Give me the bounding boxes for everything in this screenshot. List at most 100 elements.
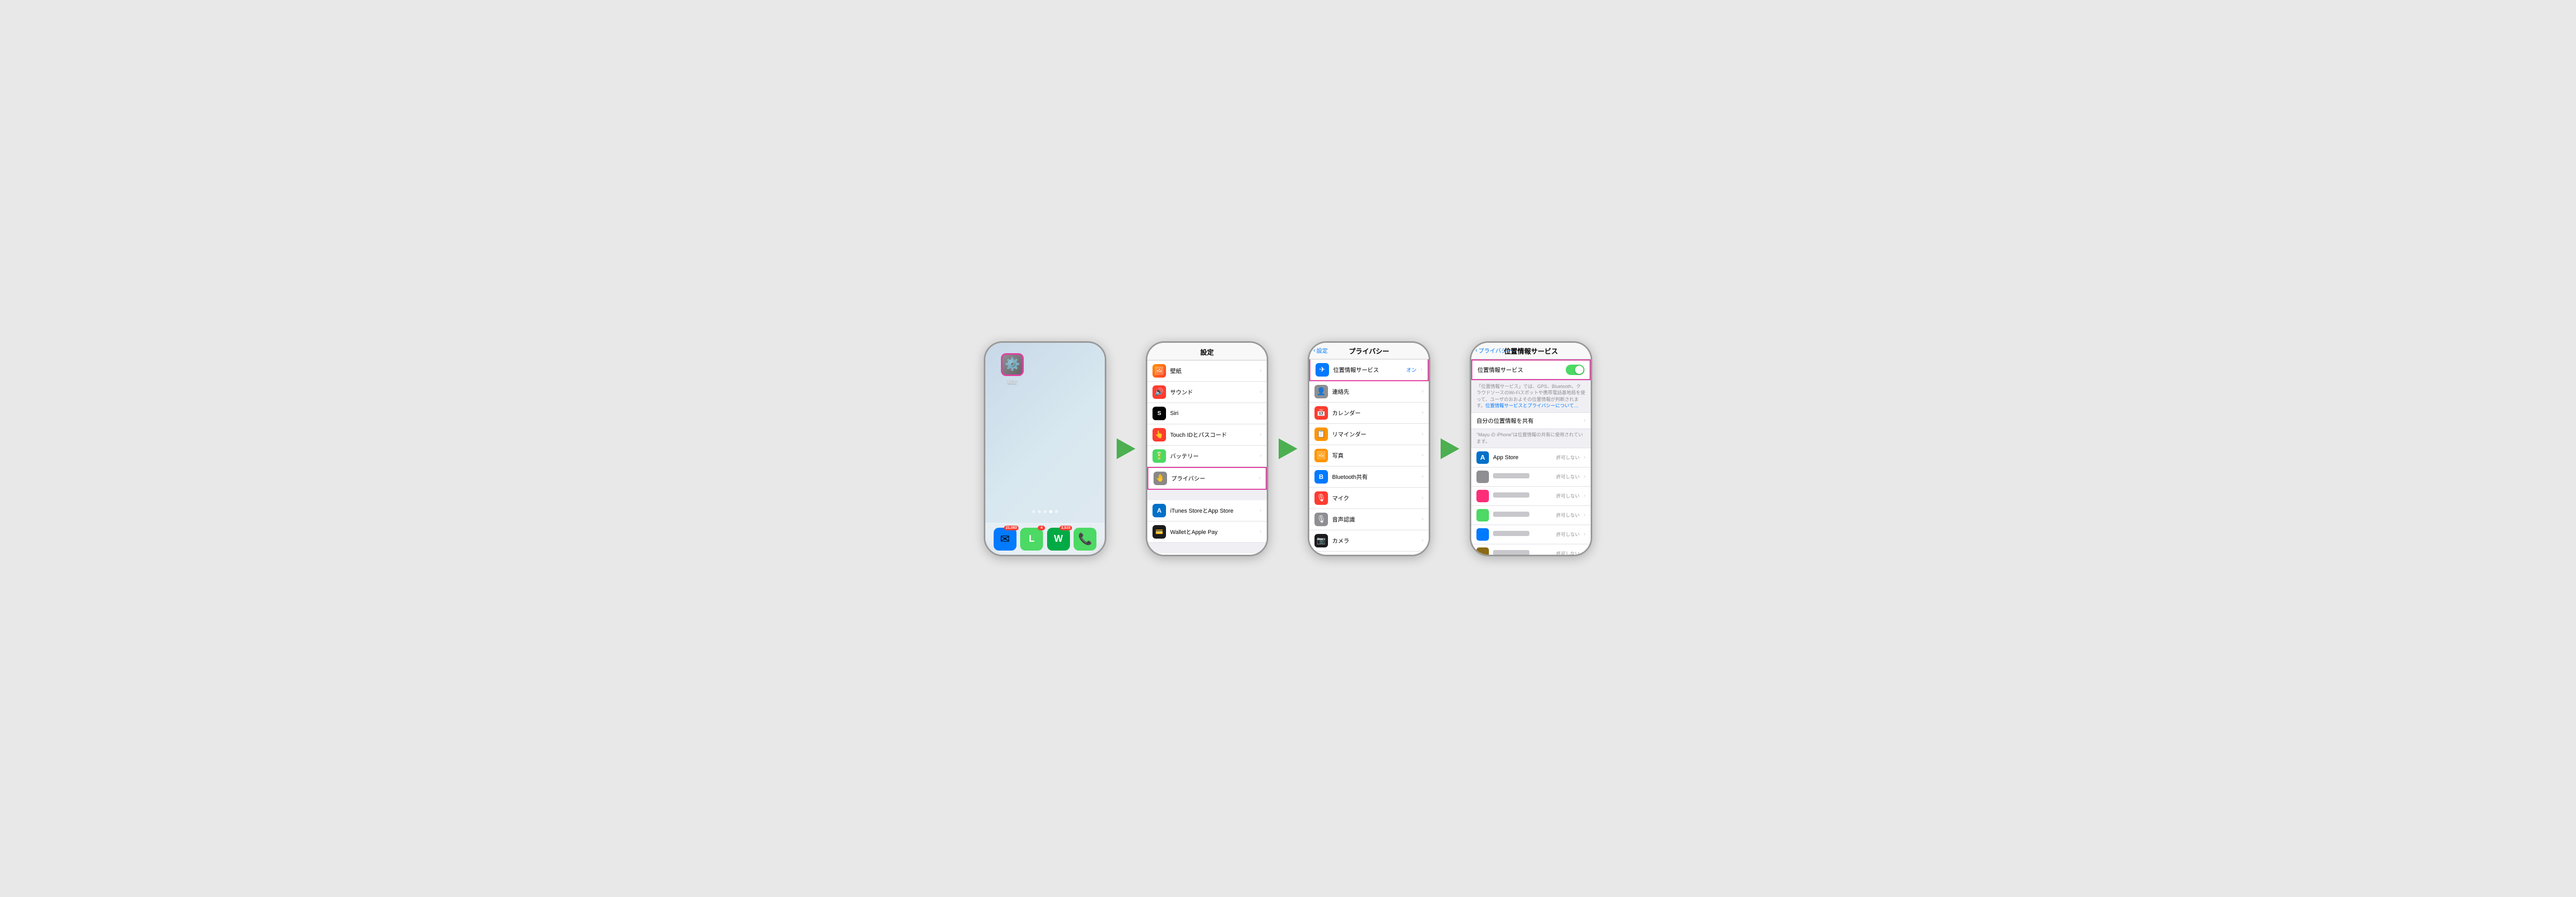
settings-battery[interactable]: 🔋 バッテリー › [1147,446,1267,467]
dock-line[interactable]: L 4 [1020,528,1043,551]
settings-touchid[interactable]: 👆 Touch IDとパスコード › [1147,424,1267,446]
privacy-back[interactable]: ‹ 設定 [1313,346,1328,355]
location-toggle-label: 位置情報サービス [1477,366,1562,374]
chevron-blur5: › [1584,551,1585,554]
location-app-blur5[interactable]: 許可しない › [1471,544,1591,555]
loc-back-chevron-icon: ‹ [1475,347,1477,354]
dock-mail[interactable]: ✉ 21,083 [994,528,1016,551]
blur2-icon [1476,490,1489,502]
chevron-blur2: › [1584,493,1585,499]
location-back[interactable]: ‹ プライバシー [1475,346,1512,355]
settings-app-icon[interactable]: ⚙️ 設定 [1001,353,1024,385]
prv-camera-label: カメラ [1332,537,1418,545]
settings-icon: ⚙️ [1001,353,1024,376]
settings-privacy[interactable]: 🤚 プライバシー › [1147,467,1267,490]
touchid-label: Touch IDとパスコード [1170,431,1256,439]
prv-reminders-icon: 📋 [1314,427,1328,441]
location-link[interactable]: 位置情報サービスとプライバシーについて… [1485,403,1579,408]
back-chevron-icon: ‹ [1313,347,1316,354]
chevron-touchid: › [1260,432,1262,437]
prv-reminders-label: リマインダー [1332,430,1418,438]
blur3-value: 許可しない [1556,512,1580,518]
divider-1 [1147,490,1267,500]
blur5-label [1493,550,1552,554]
location-back-label: プライバシー [1479,346,1513,355]
location-toggle[interactable] [1566,365,1584,375]
divider-2 [1147,543,1267,553]
chevron-blur1: › [1584,474,1585,479]
settings-list: 🖼 壁紙 › 🔊 サウンド › S Siri › [1147,360,1267,555]
location-app-blur4[interactable]: 許可しない › [1471,525,1591,544]
privacy-icon: 🤚 [1154,472,1167,485]
chevron-appstore: › [1584,454,1585,460]
privacy-back-label: 設定 [1317,346,1328,355]
share-sub-text: "Mayu の iPhone"は位置情報の共有に使用されています。 [1471,429,1591,448]
sound-label: サウンド [1170,388,1256,396]
settings-nav: 設定 [1147,343,1267,360]
settings-wallet[interactable]: 💳 WalletとApple Pay › [1147,521,1267,543]
location-description: 「位置情報サービス」では、GPS、Bluetooth、クラウドソースのWi-Fi… [1471,380,1591,412]
battery-label: バッテリー [1170,452,1256,460]
settings-sound[interactable]: 🔊 サウンド › [1147,382,1267,403]
privacy-camera[interactable]: 📷 カメラ › [1309,530,1429,552]
privacy-bg: ‹ 設定 プライバシー ✈ 位置情報サービス オン › 👤 連 [1309,343,1429,555]
location-app-blur1[interactable]: 許可しない › [1471,467,1591,487]
line-icon: L [1029,533,1035,544]
privacy-location[interactable]: ✈ 位置情報サービス オン › [1309,359,1429,381]
privacy-nav: ‹ 設定 プライバシー [1309,343,1429,359]
chevron-wallpaper: › [1260,368,1262,373]
settings-itunes[interactable]: A iTunes StoreとApp Store › [1147,500,1267,521]
dot-3 [1043,510,1047,513]
location-app-blur3[interactable]: 許可しない › [1471,506,1591,525]
share-location-row[interactable]: 自分の位置情報を共有 › [1471,412,1591,429]
settings-siri[interactable]: S Siri › [1147,403,1267,424]
privacy-calendar[interactable]: 📅 カレンダー › [1309,403,1429,424]
chevron-siri: › [1260,410,1262,416]
privacy-speech[interactable]: 🎙 音声認識 › [1309,509,1429,530]
prv-bluetooth-label: Bluetooth共有 [1332,473,1418,481]
location-app-appstore[interactable]: A App Store 許可しない › [1471,448,1591,467]
chevron-itunes: › [1260,507,1262,513]
dock-phone[interactable]: 📞 [1074,528,1096,551]
privacy-list: ✈ 位置情報サービス オン › 👤 連絡先 › 📅 カレンダー › [1309,359,1429,555]
blur2-value: 許可しない [1556,492,1580,499]
blur5-icon [1476,547,1489,555]
dot-1 [1032,510,1035,513]
siri-icon: S [1153,407,1166,420]
prv-mic-label: マイク [1332,494,1418,502]
mail-badge: 21,083 [1004,526,1018,530]
settings-wallpaper[interactable]: 🖼 壁紙 › [1147,360,1267,382]
privacy-bluetooth[interactable]: B Bluetooth共有 › [1309,466,1429,488]
settings-gear-icon: ⚙️ [1005,357,1020,372]
blur-bar-2 [1493,492,1529,498]
privacy-contacts[interactable]: 👤 連絡先 › [1309,381,1429,403]
prv-contacts-label: 連絡先 [1332,387,1418,396]
prv-speech-icon: 🎙 [1314,513,1328,526]
blur1-value: 許可しない [1556,473,1580,480]
privacy-photos[interactable]: 🖼 写真 › [1309,445,1429,466]
location-bg: ‹ プライバシー 位置情報サービス 位置情報サービス 「位置情報サービス」では、… [1471,343,1591,555]
privacy-mic[interactable]: 🎙 マイク › [1309,488,1429,509]
blur4-icon [1476,528,1489,541]
prv-bluetooth-icon: B [1314,470,1328,484]
chevron-share-location: › [1584,418,1585,423]
appstore-value: 許可しない [1556,454,1580,461]
blur3-icon [1476,509,1489,521]
privacy-health[interactable]: ❤ ヘルスケア › [1309,552,1429,555]
wallet-icon: 💳 [1153,525,1166,539]
line-badge: 4 [1038,526,1045,530]
location-app-blur2[interactable]: 許可しない › [1471,487,1591,506]
share-location-label: 自分の位置情報を共有 [1476,417,1584,425]
chevron-privacy: › [1259,475,1260,481]
chevron-wallet: › [1260,529,1262,534]
itunes-icon: A [1153,504,1166,517]
dock-w[interactable]: W 2,515 [1047,528,1070,551]
arrow-right-3 [1441,438,1459,459]
settings-section-2: A iTunes StoreとApp Store › 💳 WalletとAppl… [1147,500,1267,543]
settings-mail[interactable]: ✉ メール › [1147,553,1267,555]
location-toggle-section: 位置情報サービス [1471,359,1591,380]
privacy-reminders[interactable]: 📋 リマインダー › [1309,424,1429,445]
appstore-label: App Store [1493,454,1552,461]
location-apps-list: A App Store 許可しない › 許可しない › [1471,448,1591,555]
chevron-battery: › [1260,453,1262,459]
